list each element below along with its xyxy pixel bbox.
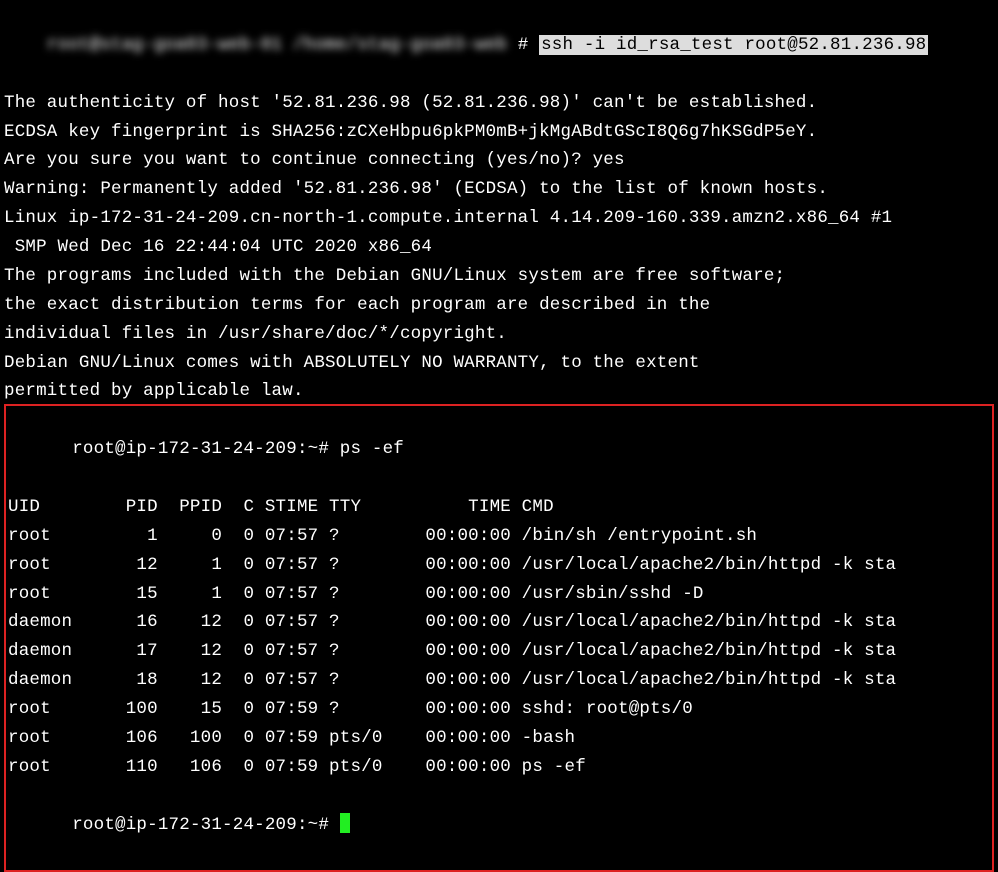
prompt-line-2: root@ip-172-31-24-209:~# ps -ef (8, 406, 990, 493)
ps-row: root 12 1 0 07:57 ? 00:00:00 /usr/local/… (8, 551, 990, 580)
terminal-output-line: permitted by applicable law. (4, 377, 994, 406)
terminal-output-line: Linux ip-172-31-24-209.cn-north-1.comput… (4, 204, 994, 233)
terminal-output-line: the exact distribution terms for each pr… (4, 291, 994, 320)
terminal-output-line: individual files in /usr/share/doc/*/cop… (4, 320, 994, 349)
terminal-screen[interactable]: root@stag-goa03-web-01 /home/stag-goa03-… (4, 2, 994, 872)
ps-row: root 110 106 0 07:59 pts/0 00:00:00 ps -… (8, 753, 990, 782)
shell-prompt: root@ip-172-31-24-209:~# (72, 815, 340, 835)
ps-header: UID PID PPID C STIME TTY TIME CMD (8, 493, 990, 522)
ps-row: daemon 17 12 0 07:57 ? 00:00:00 /usr/loc… (8, 637, 990, 666)
ps-command: ps -ef (340, 439, 404, 459)
ssh-command-highlight: ssh -i id_rsa_test root@52.81.236.98 (539, 35, 928, 55)
ps-row: daemon 18 12 0 07:57 ? 00:00:00 /usr/loc… (8, 666, 990, 695)
terminal-output-line: Are you sure you want to continue connec… (4, 146, 994, 175)
highlighted-region: root@ip-172-31-24-209:~# ps -ef UID PID … (4, 404, 994, 872)
prompt-line-3[interactable]: root@ip-172-31-24-209:~# (8, 782, 990, 869)
ps-row: root 15 1 0 07:57 ? 00:00:00 /usr/sbin/s… (8, 580, 990, 609)
ps-row: daemon 16 12 0 07:57 ? 00:00:00 /usr/loc… (8, 608, 990, 637)
terminal-output-line: The programs included with the Debian GN… (4, 262, 994, 291)
ps-row: root 106 100 0 07:59 pts/0 00:00:00 -bas… (8, 724, 990, 753)
ps-row: root 1 0 0 07:57 ? 00:00:00 /bin/sh /ent… (8, 522, 990, 551)
terminal-output-line: Warning: Permanently added '52.81.236.98… (4, 175, 994, 204)
terminal-output-line: SMP Wed Dec 16 22:44:04 UTC 2020 x86_64 (4, 233, 994, 262)
terminal-output-line: Debian GNU/Linux comes with ABSOLUTELY N… (4, 349, 994, 378)
prompt-line-1: root@stag-goa03-web-01 /home/stag-goa03-… (4, 2, 994, 89)
blurred-prompt: root@stag-goa03-web-01 /home/stag-goa03-… (47, 31, 507, 60)
terminal-output-line: ECDSA key fingerprint is SHA256:zCXeHbpu… (4, 118, 994, 147)
shell-prompt: root@ip-172-31-24-209:~# (72, 439, 340, 459)
terminal-output-line: The authenticity of host '52.81.236.98 (… (4, 89, 994, 118)
ps-row: root 100 15 0 07:59 ? 00:00:00 sshd: roo… (8, 695, 990, 724)
prompt-hash: # (507, 35, 539, 55)
cursor-icon (340, 813, 350, 833)
